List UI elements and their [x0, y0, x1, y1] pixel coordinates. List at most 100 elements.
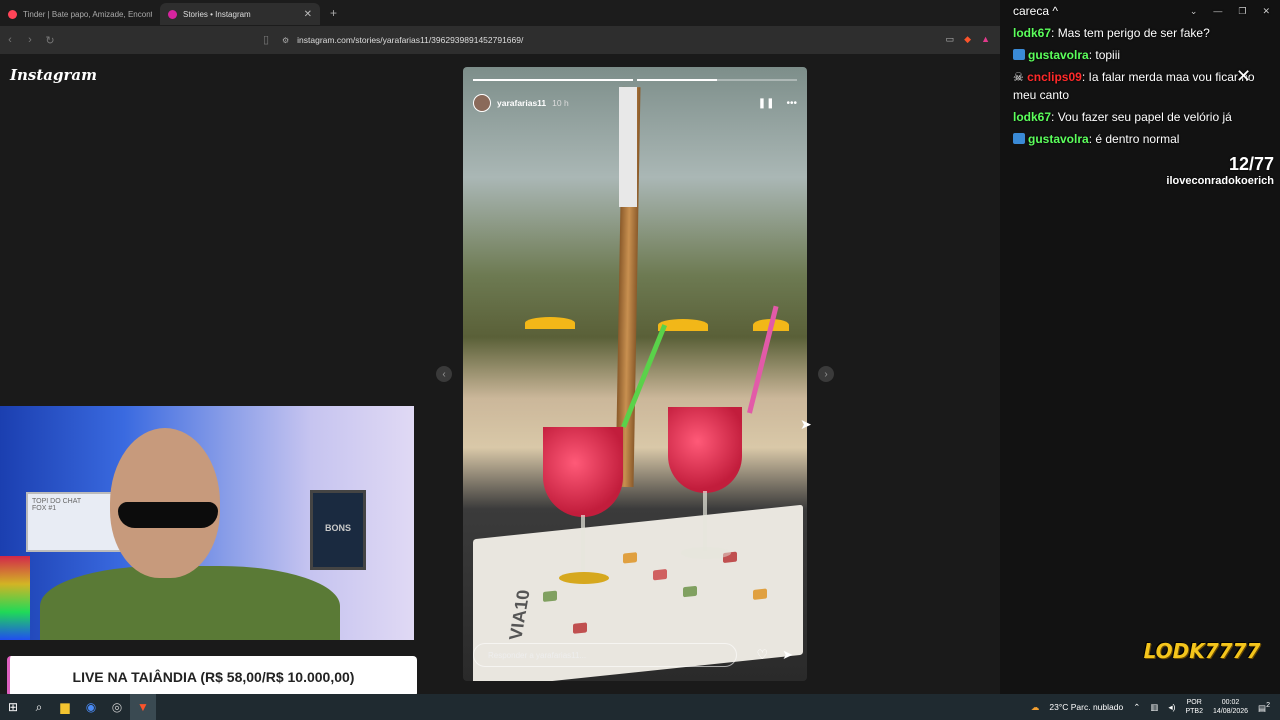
live-goal-banner: LIVE NA TAIÂNDIA (R$ 58,00/R$ 10.000,00)	[7, 656, 417, 697]
chat-counter: 12/77 iloveconradokoerich	[1166, 154, 1274, 187]
notification-icon[interactable]: ▤2	[1258, 701, 1270, 714]
new-tab-button[interactable]: +	[330, 6, 337, 20]
subscriber-badge-icon	[1013, 49, 1025, 60]
screen: Tinder | Bate papo, Amizade, Encontros S…	[0, 0, 1280, 720]
reply-input[interactable]: Responder a yarafarias11...	[473, 643, 737, 667]
glass-stem	[703, 491, 707, 551]
rgb-light	[0, 556, 30, 640]
tab-label: Tinder | Bate papo, Amizade, Encontros	[23, 9, 152, 19]
mouse-cursor-icon: ➤	[800, 416, 812, 432]
share-send-icon[interactable]: ➤	[782, 647, 793, 663]
menu-illustration	[543, 590, 557, 602]
next-story-button[interactable]: ›	[818, 366, 834, 382]
chat-window-title: careca ^	[1013, 4, 1058, 18]
glass-stem	[581, 515, 585, 575]
sunglasses	[118, 502, 218, 528]
clock-time: 00:02	[1221, 699, 1240, 706]
glass-base	[681, 547, 731, 559]
chat-username[interactable]: gustavolra	[1028, 48, 1089, 62]
pause-icon[interactable]: ❚❚	[758, 98, 775, 109]
glass-base	[559, 572, 609, 584]
reload-icon[interactable]: ↻	[40, 34, 60, 47]
brave-icon[interactable]: ▼	[130, 694, 156, 720]
brave-shield-icon[interactable]: ◆	[964, 34, 971, 45]
chevron-down-icon[interactable]: ⌄	[1190, 6, 1198, 17]
close-icon[interactable]: ✕	[1262, 6, 1270, 17]
bookmark-icon[interactable]: ▯	[256, 33, 276, 46]
close-icon[interactable]: ✕	[1236, 66, 1251, 87]
progress-segment	[473, 79, 633, 81]
drink-glass-right	[668, 407, 742, 493]
chat-text: é dentro normal	[1095, 132, 1180, 146]
file-explorer-icon[interactable]: ▆	[52, 694, 78, 720]
menu-illustration	[653, 568, 667, 581]
story-username[interactable]: yarafarias11	[497, 98, 546, 108]
tab-instagram[interactable]: Stories • Instagram ✕	[160, 3, 320, 25]
previous-story-button[interactable]: ‹	[436, 366, 452, 382]
tray-chevron-icon[interactable]: ⌃	[1133, 702, 1140, 713]
menu-illustration	[753, 588, 767, 600]
windows-start-icon[interactable]: ⊞	[0, 694, 26, 720]
tinder-favicon-icon	[8, 9, 17, 19]
chat-overlay: careca ^ ⌄ — ❐ ✕ lodk67: Mas tem perigo …	[1008, 0, 1280, 200]
reply-placeholder: Responder a yarafarias11...	[488, 650, 587, 660]
clock[interactable]: 00:02 14/08/2026	[1213, 698, 1248, 716]
chat-username[interactable]: lodk67	[1013, 26, 1051, 40]
chat-username[interactable]: lodk67	[1013, 110, 1051, 124]
brave-rewards-icon[interactable]: ▲	[981, 34, 990, 45]
close-tab-icon[interactable]: ✕	[304, 9, 312, 20]
whiteboard: TOPI DO CHAT FOX #1	[26, 492, 122, 552]
windows-taskbar: ⊞ ⌕ ▆ ◉ ◎ ▼ ☁ 23°C Parc. nublado ⌃ ▥ ◂) …	[0, 694, 1280, 720]
tab-label: Stories • Instagram	[183, 9, 251, 19]
instagram-favicon-icon	[168, 9, 177, 19]
chat-message: lodk67: Mas tem perigo de ser fake?	[1013, 26, 1210, 40]
chat-username[interactable]: cnclips09	[1027, 70, 1082, 84]
network-icon[interactable]: ▥	[1150, 702, 1158, 713]
language-indicator[interactable]: POR PTB2	[1185, 698, 1203, 716]
back-icon[interactable]: ‹	[0, 34, 20, 46]
volume-icon[interactable]: ◂)	[1168, 702, 1175, 713]
chat-text: Mas tem perigo de ser fake?	[1057, 26, 1210, 40]
minimize-icon[interactable]: —	[1213, 6, 1222, 17]
menu-illustration	[623, 552, 637, 564]
restore-icon[interactable]: ❐	[1238, 6, 1246, 17]
story-viewer[interactable]: VIA10 yarafarias11 10 h ❚❚ ••• Responder…	[463, 67, 807, 681]
wall-poster: BONS	[310, 490, 366, 570]
chat-message: gustavolra: topiii	[1013, 46, 1278, 64]
webcam-feed: TOPI DO CHAT FOX #1 BONS	[0, 406, 414, 640]
chat-username[interactable]: gustavolra	[1028, 132, 1089, 146]
chat-message: gustavolra: é dentro normal	[1013, 130, 1278, 148]
skull-badge-icon: ☠	[1013, 70, 1024, 84]
weather-text[interactable]: 23°C Parc. nublado	[1049, 702, 1123, 712]
site-info-icon[interactable]: ⚙	[282, 36, 289, 45]
forward-icon[interactable]: ›	[20, 34, 40, 46]
tab-tinder[interactable]: Tinder | Bate papo, Amizade, Encontros	[0, 3, 160, 25]
story-header: yarafarias11 10 h ❚❚ •••	[473, 93, 797, 113]
cast-icon[interactable]: ▭	[946, 34, 955, 45]
menu-title: VIA10	[505, 589, 534, 641]
chrome-icon[interactable]: ◉	[78, 694, 104, 720]
app-icon[interactable]: ◎	[104, 694, 130, 720]
weather-icon[interactable]: ☁	[1031, 702, 1040, 713]
browser-tab-bar: Tinder | Bate papo, Amizade, Encontros S…	[0, 0, 1000, 26]
menu-illustration	[683, 585, 697, 598]
url-text: instagram.com/stories/yarafarias11/39629…	[297, 35, 524, 45]
progress-segment	[637, 79, 797, 81]
window-controls: ⌄ — ❐ ✕	[1190, 6, 1270, 17]
beach-umbrella	[525, 317, 575, 329]
counter-value: 12/77	[1228, 154, 1274, 174]
url-field[interactable]: ⚙ instagram.com/stories/yarafarias11/396…	[282, 31, 924, 49]
menu-illustration	[573, 622, 587, 634]
story-time: 10 h	[552, 98, 569, 108]
clock-date: 14/08/2026	[1212, 708, 1249, 715]
like-heart-icon[interactable]: ♡	[756, 647, 768, 663]
counter-user: iloveconradokoerich	[1166, 175, 1274, 187]
avatar[interactable]	[473, 94, 491, 112]
search-icon[interactable]: ⌕	[26, 694, 52, 720]
instagram-logo[interactable]: Instagram	[10, 66, 97, 84]
chat-message: lodk67: Vou fazer seu papel de velório j…	[1013, 110, 1232, 124]
more-options-icon[interactable]: •••	[786, 98, 797, 109]
address-bar-icons: ▭ ◆ ▲	[946, 34, 990, 45]
address-bar-row: ‹ › ↻ ▯ ⚙ instagram.com/stories/yarafari…	[0, 26, 1000, 54]
drink-glass-left	[543, 427, 623, 517]
